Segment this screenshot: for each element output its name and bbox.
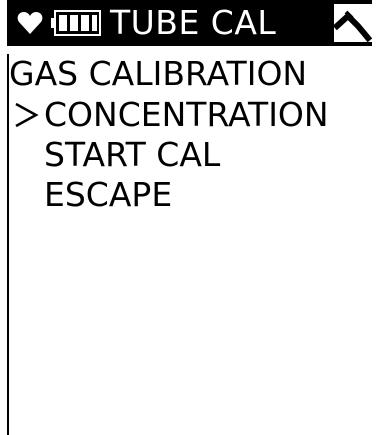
device-screen: TUBE CAL GAS CALIBRATION CONCENTRATION S… (0, 0, 379, 435)
menu-item-label: ESCAPE (44, 175, 173, 214)
page-title: TUBE CAL (110, 3, 277, 42)
menu-item-escape[interactable]: ESCAPE (9, 175, 369, 215)
calibration-menu: CONCENTRATION START CAL ESCAPE (9, 95, 369, 215)
header-bar: TUBE CAL (7, 0, 372, 46)
battery-icon (51, 10, 101, 36)
menu-item-label: START CAL (44, 135, 221, 174)
menu-item-start-cal[interactable]: START CAL (9, 135, 369, 175)
menu-item-concentration[interactable]: CONCENTRATION (9, 95, 369, 135)
signal-icon (334, 4, 372, 42)
heart-icon (17, 12, 43, 34)
selection-cursor-icon (15, 102, 39, 128)
menu-item-label: CONCENTRATION (44, 95, 329, 134)
screen-subtitle: GAS CALIBRATION (9, 54, 308, 93)
